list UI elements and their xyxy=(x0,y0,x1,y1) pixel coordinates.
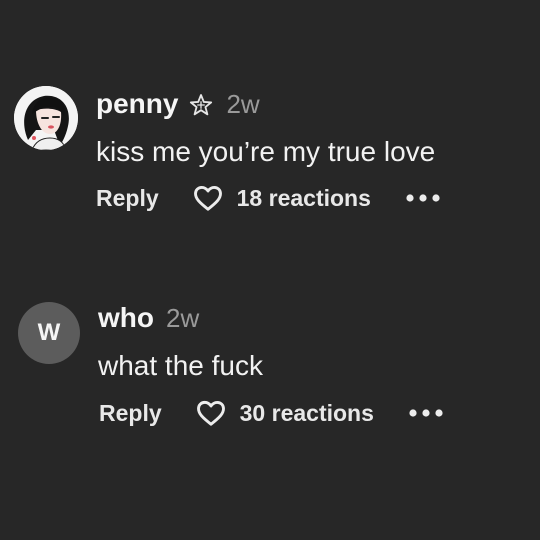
more-options-icon[interactable] xyxy=(408,408,444,418)
comment-text: what the fuck xyxy=(98,350,263,381)
anime-girl-avatar-icon xyxy=(14,86,78,150)
comment-actions: Reply 30 reactions xyxy=(99,399,444,427)
reactions-count: 30 reactions xyxy=(239,399,374,426)
star-outline-icon xyxy=(190,94,213,116)
more-options-icon[interactable] xyxy=(405,193,441,203)
comment: penny 2w kiss me you’re my true love Rep… xyxy=(0,82,540,222)
reactions-button[interactable]: 30 reactions xyxy=(196,399,374,427)
heart-icon xyxy=(193,185,222,211)
reactions-count: 18 reactions xyxy=(236,184,371,211)
reply-button[interactable]: Reply xyxy=(96,185,159,212)
username[interactable]: who xyxy=(98,302,154,334)
timestamp: 2w xyxy=(226,89,260,119)
user-avatar[interactable] xyxy=(14,86,78,150)
reactions-button[interactable]: 18 reactions xyxy=(193,184,371,212)
comment-header: penny 2w xyxy=(96,88,260,120)
timestamp: 2w xyxy=(166,303,200,333)
comment: W who 2w what the fuck Reply 30 reaction… xyxy=(0,298,540,438)
user-avatar[interactable]: W xyxy=(18,302,80,364)
avatar-initial: W xyxy=(37,319,61,346)
comment-text: kiss me you’re my true love xyxy=(96,136,436,167)
comment-actions: Reply 18 reactions xyxy=(96,184,441,212)
comment-header: who 2w xyxy=(98,302,199,334)
heart-icon xyxy=(196,400,225,426)
reply-button[interactable]: Reply xyxy=(99,400,162,427)
username[interactable]: penny xyxy=(96,88,178,120)
